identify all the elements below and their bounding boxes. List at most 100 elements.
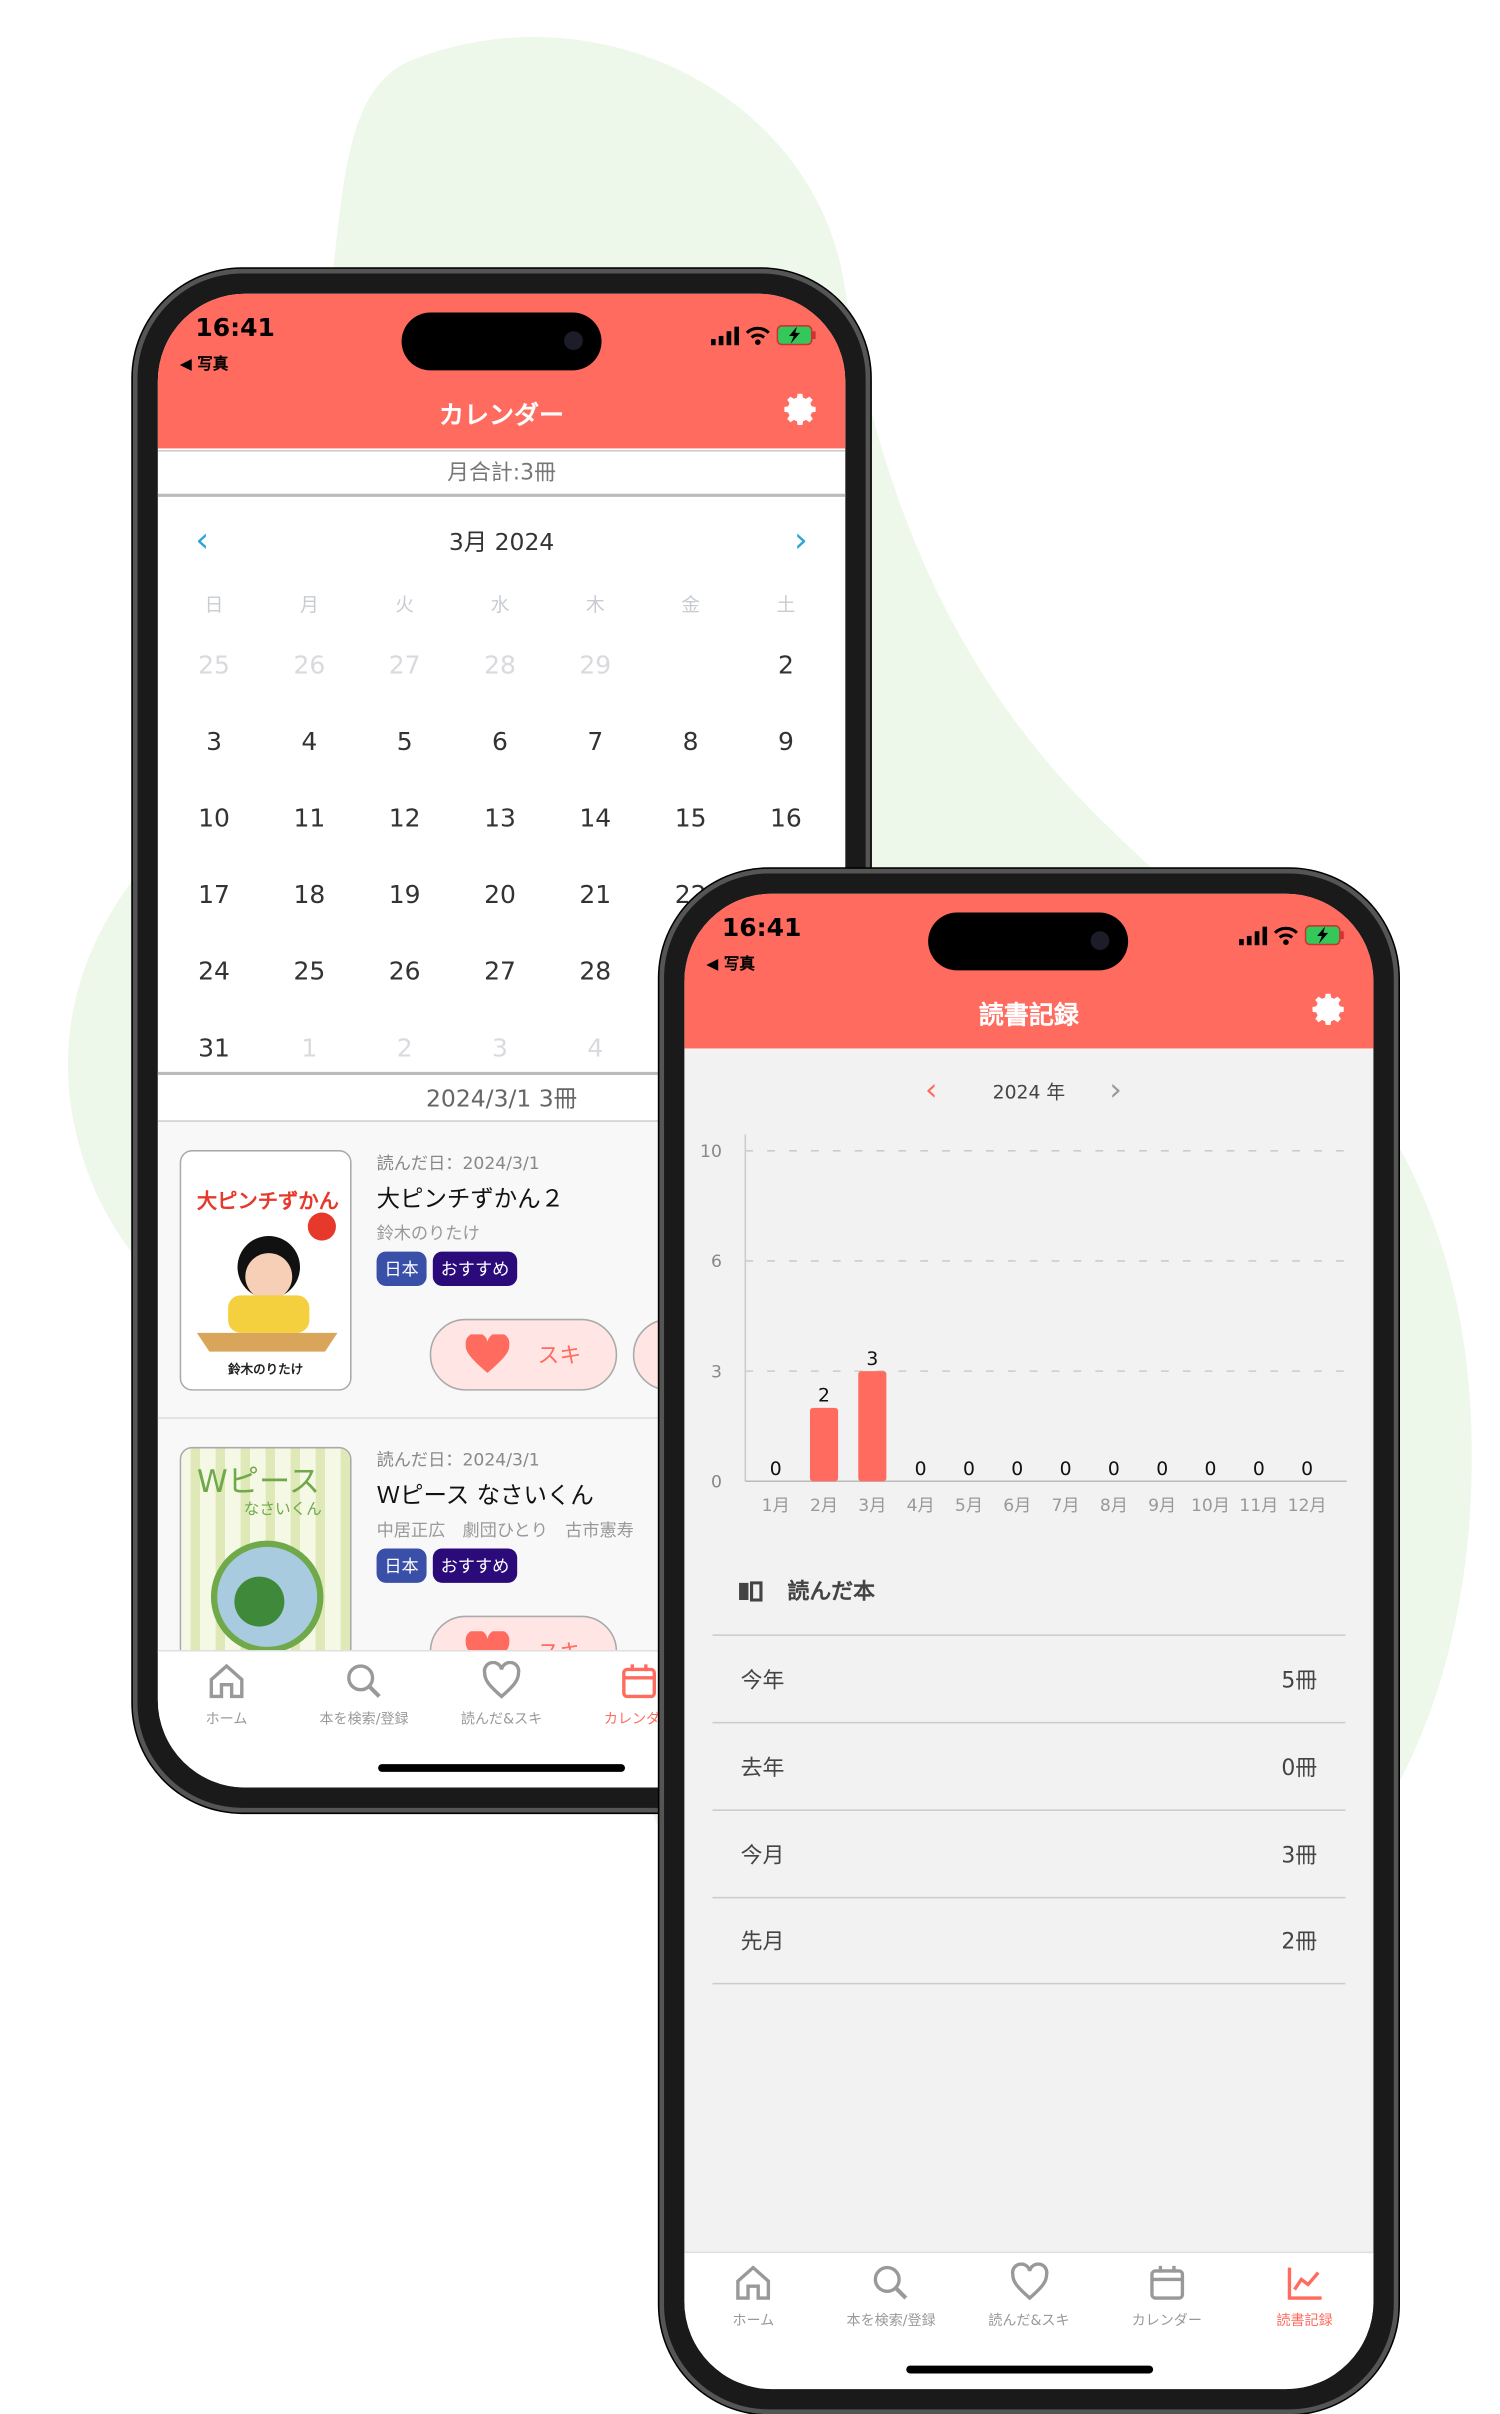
day-number: 8 [682,726,699,757]
calendar-day[interactable]: 15 [659,792,722,845]
cover-author: 鈴木のりたけ [228,1361,303,1376]
stage: 16:41 ◀ 写真 カレンダー 月合計:3冊 ‹ 3月 2024 › 日月火水… [0,0,1500,2414]
calendar-day[interactable]: 6 [469,716,532,769]
data-label: 2 [818,1386,830,1407]
calendar-day[interactable]: 18 [278,869,341,922]
x-tick-label: 5月 [955,1496,983,1516]
search-icon [874,2265,908,2300]
settings-gear-icon[interactable] [1311,991,1349,1029]
day-number: 1 [682,650,699,680]
x-tick-label: 7月 [1052,1496,1080,1516]
calendar-day[interactable]: 24 [183,945,246,998]
calendar-day[interactable]: 4 [278,716,341,769]
calendar-day[interactable]: 12 [373,792,436,845]
day-number: 4 [587,1032,604,1063]
tab-label: 本を検索/登録 [319,1712,409,1729]
screen-title: カレンダー [439,400,565,430]
home-indicator [378,1764,625,1772]
stat-label: 今月 [740,1842,785,1868]
next-month-button[interactable]: › [794,524,808,559]
day-number: 10 [198,803,230,833]
calendar-day[interactable]: 21 [564,869,627,922]
day-number: 6 [492,726,508,757]
day-number: 15 [674,803,707,833]
data-label: 0 [915,1459,927,1480]
home-icon [736,2265,771,2300]
back-label: 写真 [197,356,229,374]
day-number: 17 [198,879,230,910]
calendar-day[interactable]: 27 [469,945,532,998]
calendar-day[interactable]: 10 [183,792,246,845]
day-number: 29 [579,650,612,680]
x-tick-label: 9月 [1148,1496,1176,1516]
weekday-label: 月 [299,593,319,616]
wifi-icon [745,326,770,345]
book-title: 大ピンチずかん２ [376,1184,565,1213]
calendar-day[interactable]: 31 [183,1022,246,1075]
calendar-day[interactable]: 16 [755,792,818,845]
search-icon [347,1664,381,1698]
calendar-day[interactable]: 26 [278,639,341,692]
calendar-day[interactable]: 28 [564,945,627,998]
calendar-day[interactable]: 26 [373,945,436,998]
next-year-button[interactable]: › [1109,1072,1122,1106]
day-number: 16 [770,803,802,833]
like-button[interactable]: スキ [429,1318,618,1391]
day-number: 27 [484,956,516,986]
calendar-day[interactable]: 2 [373,1022,436,1075]
calendar-day[interactable]: 7 [564,716,627,769]
calendar-day[interactable]: 1 [278,1022,341,1075]
calendar-day[interactable]: 5 [373,716,436,769]
book-cover: 大ピンチずかん鈴木のりたけ [179,1150,352,1391]
day-number: 13 [484,803,516,833]
tab-home[interactable]: ホーム [684,2253,822,2389]
calendar-day[interactable]: 3 [183,716,246,769]
calendar-day[interactable]: 13 [469,792,532,845]
tab-home[interactable]: ホーム [158,1652,296,1788]
x-tick-label: 11月 [1239,1496,1278,1516]
day-number: 21 [579,879,612,910]
calendar-day[interactable]: 20 [469,869,532,922]
calendar-day[interactable]: 4 [564,1022,627,1075]
tab-chart-line[interactable]: 読書記録 [1236,2253,1374,2389]
day-number: 28 [484,650,516,680]
data-label: 0 [1011,1459,1023,1480]
tag-recommend: おすすめ [432,1251,518,1286]
calendar-day[interactable]: 14 [564,792,627,845]
calendar-day[interactable]: 2 [755,639,818,692]
calendar-day[interactable]: 29 [564,639,627,692]
calendar-day-selected[interactable]: 1 [659,639,722,693]
calendar-day[interactable]: 3 [469,1022,532,1075]
weekday-label: 土 [776,593,796,616]
day-number: 3 [492,1032,508,1063]
calendar-day[interactable]: 27 [373,639,436,692]
calendar-day[interactable]: 28 [469,639,532,692]
data-label: 0 [1301,1459,1313,1480]
cover-title: 大ピンチずかん [197,1189,339,1213]
back-to-photos-link[interactable]: ◀ 写真 [180,350,229,373]
y-tick-label: 6 [711,1252,722,1272]
weekday-label: 金 [681,593,700,616]
calendar-day[interactable]: 11 [278,792,341,845]
tag-country: 日本 [376,1251,427,1286]
calendar-day[interactable]: 17 [183,869,246,922]
calendar-day[interactable]: 8 [659,716,722,769]
stat-row: 今月 3冊 [712,1809,1346,1897]
data-label: 0 [1108,1459,1120,1480]
calendar-day[interactable]: 25 [278,945,341,998]
day-number: 5 [396,726,413,757]
back-to-photos-link[interactable]: ◀ 写真 [706,950,755,973]
y-tick-label: 0 [711,1473,722,1493]
tab-label: 読書記録 [1276,2314,1333,2330]
day-number: 28 [579,956,612,986]
settings-gear-icon[interactable] [783,391,821,429]
calendar-day[interactable]: 19 [373,869,436,922]
data-label: 3 [866,1349,878,1370]
stat-label: 先月 [740,1929,785,1955]
heart-icon [465,1334,510,1373]
signal-icon [1239,925,1268,945]
stat-row: 去年 0冊 [712,1721,1346,1810]
section-read-books: 読んだ本 [738,1575,875,1606]
calendar-day[interactable]: 25 [183,639,246,692]
calendar-day[interactable]: 9 [755,716,818,769]
